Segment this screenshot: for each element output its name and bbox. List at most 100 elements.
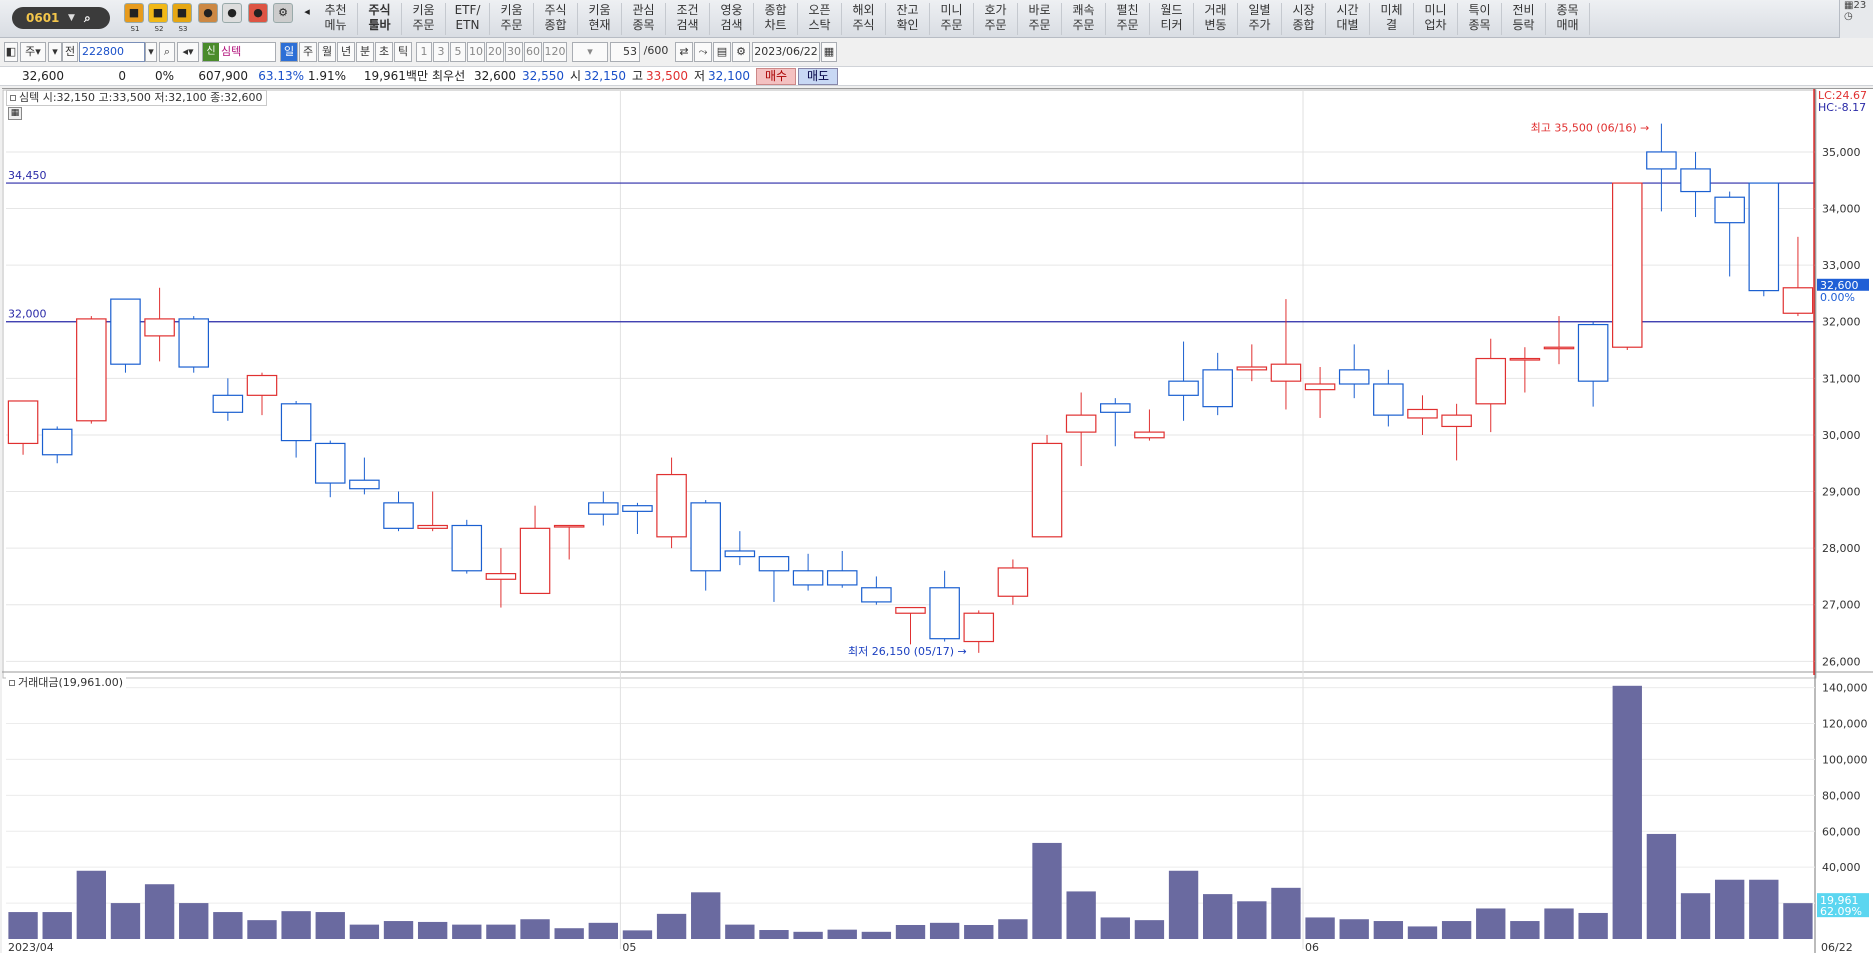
interval-button[interactable]: 1 — [416, 42, 432, 62]
period-tab[interactable]: 년 — [337, 42, 355, 62]
buy-button[interactable]: 매수 — [756, 68, 796, 85]
reference-line-label: 32,000 — [8, 308, 47, 321]
candlestick-chart[interactable]: 26,000 27,000 28,000 29,000 30,000 31,000 32,0… — [2, 89, 1873, 953]
volume-bar — [213, 912, 243, 939]
menu-item[interactable]: 조건 검색 — [666, 3, 710, 35]
brush-icon[interactable]: ■ — [148, 3, 168, 23]
grid-menu-icon[interactable]: ▦ — [8, 107, 22, 120]
volume-bar — [725, 924, 755, 939]
menu-item[interactable]: 관심 종목 — [622, 3, 666, 35]
menu-item[interactable]: 키움 현재 — [578, 3, 622, 35]
volume-bar — [281, 911, 311, 939]
period-tab[interactable]: 초 — [375, 42, 393, 62]
save-icon[interactable]: ▤ — [713, 42, 731, 62]
chevron-down-icon[interactable]: ▾ — [145, 42, 157, 62]
chevron-down-icon[interactable]: ▼ — [68, 7, 75, 29]
menu-item[interactable]: 오픈 스탁 — [798, 3, 842, 35]
interval-button[interactable]: 120 — [543, 42, 567, 62]
stock-code-input[interactable]: 222800 — [79, 42, 145, 62]
search-icon[interactable]: ⌕ — [84, 7, 91, 29]
menu-item[interactable]: 키움 주문 — [402, 3, 446, 35]
menu-item[interactable]: 월드 티커 — [1150, 3, 1194, 35]
volume-bar — [1578, 912, 1608, 939]
menu-item[interactable]: 시간 대별 — [1326, 3, 1370, 35]
sell-button[interactable]: 매도 — [798, 68, 838, 85]
stock-name-field[interactable]: 신 심텍 — [202, 42, 276, 62]
candle-count-input[interactable]: 53 — [610, 42, 640, 62]
interval-button[interactable]: 5 — [450, 42, 466, 62]
menu-item[interactable]: 해외 주식 — [842, 3, 886, 35]
volume-bar — [1646, 833, 1677, 939]
clock-icon[interactable]: ◷ — [1844, 11, 1873, 22]
menu-item[interactable]: 전비 등락 — [1502, 3, 1546, 35]
interval-button[interactable]: 3 — [433, 42, 449, 62]
menu-item[interactable]: ETF/ ETN — [446, 3, 490, 35]
menu-item[interactable]: 키움 주문 — [490, 3, 534, 35]
menu-item[interactable]: 펼친 주문 — [1106, 3, 1150, 35]
sound-icon[interactable]: ◂▾ — [177, 42, 199, 62]
price-tick-label: 28,000 — [1822, 542, 1861, 555]
calendar-icon[interactable]: ▦23 — [1844, 0, 1873, 11]
volume-bar — [1476, 908, 1506, 939]
chevron-down-icon[interactable]: ▾ — [48, 42, 62, 62]
chart-area[interactable]: 26,000 27,000 28,000 29,000 30,000 31,000 32,0… — [2, 88, 1873, 953]
period-tab[interactable]: 주 — [299, 42, 317, 62]
market-select[interactable]: 주▾ — [20, 42, 46, 62]
gear-icon[interactable]: ⚙ — [273, 3, 293, 23]
menu-item[interactable]: 종목 매매 — [1546, 3, 1590, 35]
menu-item[interactable]: 시장 종합 — [1282, 3, 1326, 35]
menu-item[interactable]: 영웅 검색 — [710, 3, 754, 35]
period-tab[interactable]: 틱 — [394, 42, 412, 62]
account-code: 0601 — [26, 11, 60, 25]
period-tab[interactable]: 월 — [318, 42, 336, 62]
interval-button[interactable]: 20 — [486, 42, 504, 62]
interval-button[interactable]: 10 — [467, 42, 485, 62]
menu-item[interactable]: 미니 주문 — [930, 3, 974, 35]
calendar-icon[interactable]: ▦ — [821, 42, 837, 62]
candle-body — [314, 442, 346, 484]
candle-body — [656, 473, 687, 538]
settings-icon[interactable]: ⇄ — [675, 42, 693, 62]
menu-item[interactable]: 잔고 확인 — [886, 3, 930, 35]
camera-icon[interactable]: ● — [198, 3, 218, 23]
volume-bar — [1783, 903, 1813, 939]
candle-body — [519, 527, 551, 595]
panel-toggle-icon[interactable]: ◧ — [4, 42, 18, 62]
scope-button[interactable]: 전 — [62, 42, 78, 62]
quick-tool-label: S2 — [154, 25, 164, 33]
monitor-icon[interactable]: ● — [248, 3, 268, 23]
menu-item[interactable]: 주식 툴바 — [358, 3, 402, 35]
menu-item[interactable]: 종합 차트 — [754, 3, 798, 35]
search-icon[interactable]: ⌕ — [159, 42, 175, 62]
scroll-left-icon[interactable]: ◂ — [302, 3, 312, 23]
volume-tick-label: 100,000 — [1822, 753, 1868, 766]
user-icon[interactable]: ● — [222, 3, 242, 23]
menu-item[interactable]: 쾌속 주문 — [1062, 3, 1106, 35]
save-icon[interactable]: ■ — [124, 3, 144, 23]
volume-bar — [1032, 842, 1062, 939]
date-input[interactable]: 2023/06/22 — [752, 42, 820, 62]
menu-item[interactable]: 거래 변동 — [1194, 3, 1238, 35]
interval-button[interactable]: 30 — [505, 42, 523, 62]
gear-icon[interactable]: ⚙ — [732, 42, 750, 62]
chart-tool-icon[interactable]: ⤳ — [694, 42, 712, 62]
interval-select[interactable]: ▾ — [572, 42, 608, 62]
quote-bar: 32,600 0 0% 607,900 63.13% 1.91% 19,961백… — [0, 66, 1873, 86]
lock-icon[interactable]: ■ — [172, 3, 192, 23]
period-tab[interactable]: 일 — [280, 42, 298, 62]
account-code-search[interactable]: 0601 ▼ ⌕ — [12, 7, 110, 29]
interval-button[interactable]: 60 — [524, 42, 542, 62]
menu-item[interactable]: 호가 주문 — [974, 3, 1018, 35]
main-menu-bar: 0601 ▼ ⌕ ■ S1 ■ S2 ■ S3 ● ● ● ⚙ ◂ 추천 메뉴 주식 툴바 키움 주문 E… — [0, 0, 1873, 38]
menu-item[interactable]: 미체 결 — [1370, 3, 1414, 35]
candle-body — [1338, 369, 1370, 385]
menu-item[interactable]: 바로 주문 — [1018, 3, 1062, 35]
period-tab[interactable]: 분 — [356, 42, 374, 62]
candle-body — [622, 505, 653, 512]
menu-item[interactable]: 일별 주가 — [1238, 3, 1282, 35]
menu-item[interactable]: 미니 업차 — [1414, 3, 1458, 35]
menu-item[interactable]: 추천 메뉴 — [314, 3, 358, 35]
volume-bar — [1407, 926, 1438, 939]
menu-item[interactable]: 특이 종목 — [1458, 3, 1502, 35]
menu-item[interactable]: 주식 종합 — [534, 3, 578, 35]
